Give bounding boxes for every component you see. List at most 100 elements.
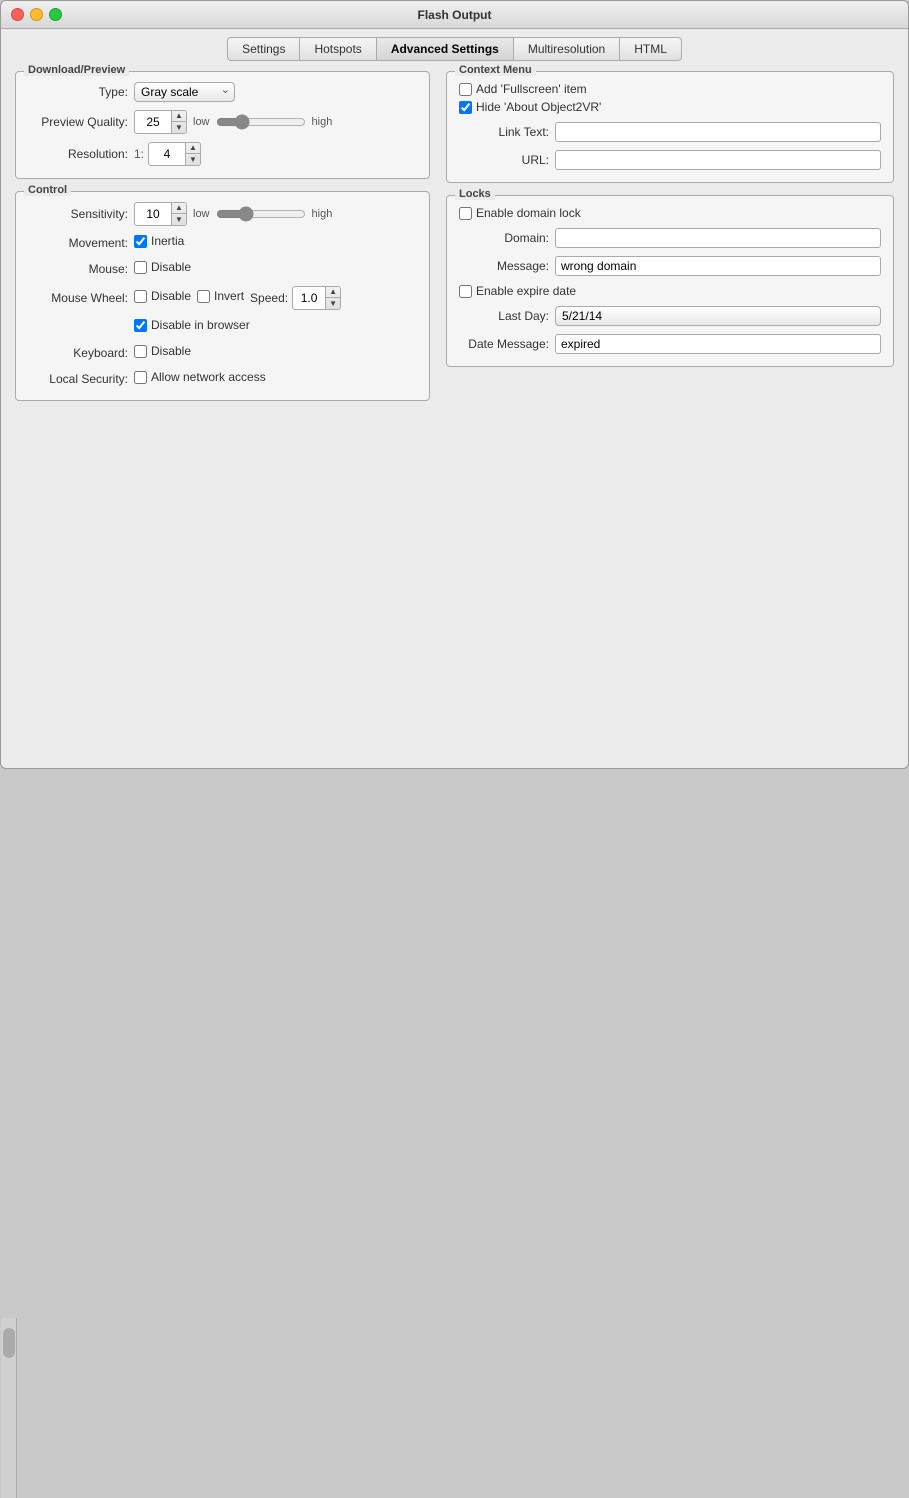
preview-quality-row: Preview Quality: 25 ▲ ▼ low high — [28, 110, 417, 134]
date-message-input[interactable] — [555, 334, 881, 354]
preview-quality-input-group: 25 ▲ ▼ — [134, 110, 187, 134]
last-day-row: Last Day: 5/21/14 — [459, 306, 881, 326]
right-panel: Context Menu Add 'Fullscreen' item Hide … — [446, 71, 894, 758]
domain-input[interactable] — [555, 228, 881, 248]
allow-network-checkbox[interactable] — [134, 371, 147, 384]
main-content: Download/Preview Type: Gray scale Color … — [1, 61, 908, 768]
sensitivity-input[interactable] — [135, 205, 171, 223]
preview-quality-down[interactable]: ▼ — [172, 122, 186, 133]
titlebar: Flash Output — [1, 1, 908, 29]
domain-row: Domain: — [459, 228, 881, 248]
mouse-disable-label: Disable — [151, 260, 191, 274]
wheel-invert-label: Invert — [214, 289, 244, 303]
speed-up[interactable]: ▲ — [326, 287, 340, 298]
url-row: URL: — [459, 150, 881, 170]
download-preview-group: Download/Preview Type: Gray scale Color … — [15, 71, 430, 179]
disable-browser-checkbox[interactable] — [134, 319, 147, 332]
hide-about-checkbox[interactable] — [459, 101, 472, 114]
allow-network-label: Allow network access — [151, 370, 266, 384]
wheel-invert-checkbox[interactable] — [197, 290, 210, 303]
quality-low-label: low — [193, 116, 210, 128]
disable-browser-checkbox-row: Disable in browser — [134, 318, 250, 332]
mouse-wheel-row: Mouse Wheel: Disable Invert Speed: — [28, 286, 417, 310]
locks-group: Locks Enable domain lock Domain: Message… — [446, 195, 894, 367]
wheel-invert-row: Invert — [197, 289, 244, 303]
close-button[interactable] — [11, 8, 24, 21]
speed-stepper: ▲ ▼ — [325, 287, 340, 309]
wheel-disable-checkbox[interactable] — [134, 290, 147, 303]
sensitivity-stepper: ▲ ▼ — [171, 203, 186, 225]
sensitivity-slider-container: low high — [193, 206, 332, 222]
type-select-wrapper: Gray scale Color Black & White — [134, 82, 235, 102]
speed-input[interactable] — [293, 289, 325, 307]
last-day-label: Last Day: — [459, 309, 549, 323]
speed-label: Speed: — [250, 291, 288, 305]
type-row: Type: Gray scale Color Black & White — [28, 82, 417, 102]
scrollbar[interactable] — [1, 1318, 17, 1498]
last-day-select[interactable]: 5/21/14 — [555, 306, 881, 326]
mouse-disable-checkbox[interactable] — [134, 261, 147, 274]
minimize-button[interactable] — [30, 8, 43, 21]
quality-slider-container: low high — [193, 114, 332, 130]
url-input[interactable] — [555, 150, 881, 170]
movement-row: Movement: Inertia — [28, 234, 417, 252]
tab-advanced-settings[interactable]: Advanced Settings — [376, 37, 513, 61]
quality-high-label: high — [312, 116, 333, 128]
inertia-row: Inertia — [134, 234, 184, 248]
sensitivity-high-label: high — [312, 208, 333, 220]
type-label: Type: — [28, 85, 128, 99]
tab-multiresolution[interactable]: Multiresolution — [513, 37, 619, 61]
type-select[interactable]: Gray scale Color Black & White — [134, 82, 235, 102]
preview-quality-label: Preview Quality: — [28, 115, 128, 129]
inertia-checkbox[interactable] — [134, 235, 147, 248]
tab-html[interactable]: HTML — [619, 37, 682, 61]
resolution-input[interactable] — [149, 145, 185, 163]
keyboard-disable-checkbox[interactable] — [134, 345, 147, 358]
mouse-wheel-options: Disable Invert Speed: ▲ — [134, 286, 341, 310]
add-fullscreen-checkbox[interactable] — [459, 83, 472, 96]
speed-group: Speed: ▲ ▼ — [250, 286, 341, 310]
link-text-row: Link Text: — [459, 122, 881, 142]
sensitivity-slider[interactable] — [216, 206, 306, 222]
enable-expire-checkbox[interactable] — [459, 285, 472, 298]
sensitivity-row: Sensitivity: ▲ ▼ low high — [28, 202, 417, 226]
resolution-down[interactable]: ▼ — [186, 154, 200, 165]
enable-domain-checkbox[interactable] — [459, 207, 472, 220]
quality-slider[interactable] — [216, 114, 306, 130]
date-message-label: Date Message: — [459, 337, 549, 351]
mouse-row: Mouse: Disable — [28, 260, 417, 278]
keyboard-label: Keyboard: — [28, 346, 128, 360]
resolution-row: Resolution: 1: ▲ ▼ — [28, 142, 417, 166]
keyboard-disable-row: Disable — [134, 344, 191, 358]
scrollbar-thumb[interactable] — [3, 1328, 15, 1358]
control-group: Control Sensitivity: ▲ ▼ low high — [15, 191, 430, 401]
tab-settings[interactable]: Settings — [227, 37, 299, 61]
enable-expire-label: Enable expire date — [476, 284, 576, 298]
resolution-up[interactable]: ▲ — [186, 143, 200, 154]
enable-domain-label: Enable domain lock — [476, 206, 581, 220]
mouse-wheel-label: Mouse Wheel: — [28, 291, 128, 305]
resolution-input-row: 1: ▲ ▼ — [134, 142, 201, 166]
sensitivity-up[interactable]: ▲ — [172, 203, 186, 214]
url-label: URL: — [459, 153, 549, 167]
sensitivity-label: Sensitivity: — [28, 207, 128, 221]
add-fullscreen-row: Add 'Fullscreen' item — [459, 82, 881, 96]
sensitivity-down[interactable]: ▼ — [172, 214, 186, 225]
res-prefix: 1: — [134, 147, 144, 161]
mouse-label: Mouse: — [28, 262, 128, 276]
link-text-input[interactable] — [555, 122, 881, 142]
maximize-button[interactable] — [49, 8, 62, 21]
preview-quality-stepper: ▲ ▼ — [171, 111, 186, 133]
add-fullscreen-label: Add 'Fullscreen' item — [476, 82, 587, 96]
preview-quality-input[interactable]: 25 — [135, 113, 171, 131]
resolution-stepper: ▲ ▼ — [185, 143, 200, 165]
context-menu-label: Context Menu — [455, 64, 536, 76]
tabs-bar: Settings Hotspots Advanced Settings Mult… — [1, 29, 908, 61]
resolution-input-group: ▲ ▼ — [148, 142, 201, 166]
sensitivity-low-label: low — [193, 208, 210, 220]
enable-domain-row: Enable domain lock — [459, 206, 881, 220]
tab-hotspots[interactable]: Hotspots — [299, 37, 375, 61]
speed-down[interactable]: ▼ — [326, 298, 340, 309]
preview-quality-up[interactable]: ▲ — [172, 111, 186, 122]
message-input[interactable] — [555, 256, 881, 276]
